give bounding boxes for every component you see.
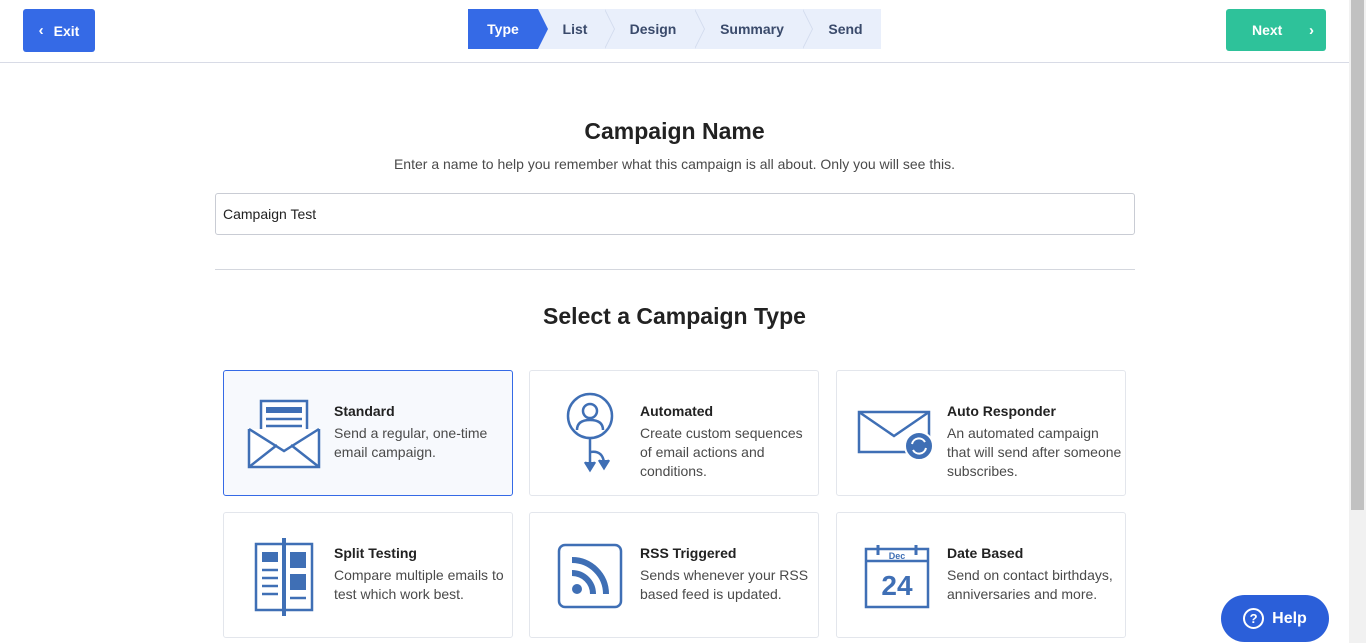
step-type[interactable]: Type [468, 9, 548, 49]
question-icon: ? [1243, 608, 1265, 629]
card-title: Date Based [947, 545, 1024, 561]
card-title: Automated [640, 403, 714, 419]
exit-button[interactable]: ‹ Exit [23, 9, 95, 52]
card-description: Send on contact birthdays, anniversaries… [947, 567, 1113, 602]
scrollbar-thumb[interactable] [1351, 0, 1364, 510]
campaign-type-title: Select a Campaign Type [543, 303, 806, 329]
step-label: Type [487, 21, 519, 37]
help-button[interactable]: ? Help [1221, 595, 1329, 642]
card-title: Auto Responder [947, 403, 1056, 419]
card-description: Compare multiple emails to test which wo… [334, 567, 504, 602]
step-summary[interactable]: Summary [694, 9, 813, 49]
envelope-open-icon [244, 391, 324, 477]
person-automation-icon [550, 391, 630, 477]
campaign-type-automated[interactable]: Automated Create custom sequences of ema… [529, 370, 819, 496]
svg-text:24: 24 [881, 570, 913, 601]
campaign-type-standard[interactable]: Standard Send a regular, one-time email … [223, 370, 513, 496]
step-design[interactable]: Design [604, 9, 705, 49]
card-description: Create custom sequences of email actions… [640, 425, 803, 479]
campaign-type-auto-responder[interactable]: Auto Responder An automated campaign tha… [836, 370, 1126, 496]
svg-text:Dec: Dec [889, 551, 906, 561]
card-title: Split Testing [334, 545, 417, 561]
card-title: RSS Triggered [640, 545, 737, 561]
help-label: Help [1272, 609, 1307, 627]
step-label: Send [828, 21, 863, 37]
card-title: Standard [334, 403, 395, 419]
next-button[interactable]: Next › [1226, 9, 1326, 51]
chevron-right-icon: › [1309, 21, 1314, 39]
campaign-name-input[interactable] [215, 193, 1135, 235]
calendar-icon: Dec 24 [857, 533, 937, 619]
campaign-type-rss-triggered[interactable]: RSS Triggered Sends whenever your RSS ba… [529, 512, 819, 638]
next-label: Next [1252, 22, 1283, 38]
card-description: An automated campaign that will send aft… [947, 425, 1122, 479]
card-description: Sends whenever your RSS based feed is up… [640, 567, 809, 602]
card-description: Send a regular, one-time email campaign. [334, 425, 488, 460]
envelope-refresh-icon [857, 391, 937, 477]
chevron-left-icon: ‹ [38, 22, 44, 39]
split-layout-icon [244, 533, 324, 619]
campaign-name-subtitle: Enter a name to help you remember what t… [393, 156, 956, 172]
campaign-type-date-based[interactable]: Dec 24 Date Based Send on contact birthd… [836, 512, 1126, 638]
top-bar: ‹ Exit Type List Design Summary Send Nex… [0, 0, 1349, 63]
campaign-name-title: Campaign Name [584, 118, 765, 144]
scrollbar[interactable] [1349, 0, 1366, 643]
exit-label: Exit [53, 22, 80, 39]
wizard-steps: Type List Design Summary Send [468, 9, 881, 49]
step-send[interactable]: Send [802, 9, 881, 49]
step-label: Summary [720, 21, 784, 37]
divider [215, 269, 1135, 270]
rss-icon [550, 533, 630, 619]
step-label: List [562, 21, 588, 37]
campaign-type-split-testing[interactable]: Split Testing Compare multiple emails to… [223, 512, 513, 638]
step-label: Design [629, 21, 677, 37]
